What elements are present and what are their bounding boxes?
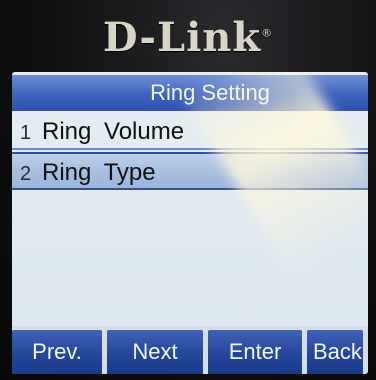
menu-item-label: Ring Type [42, 159, 156, 186]
menu-item-label: Ring Volume [42, 118, 185, 145]
next-button[interactable]: Next [107, 330, 203, 374]
lcd-screen: Ring Setting 1 Ring Volume 2 Ring Type Pre… [12, 72, 368, 374]
back-button[interactable]: Back [307, 330, 363, 374]
menu-item-number: 2 [20, 163, 32, 185]
brand-name: D-Link [102, 14, 262, 61]
enter-button[interactable]: Enter [208, 330, 302, 374]
registered-mark: ® [261, 26, 274, 40]
menu-item-ring-type[interactable]: 2 Ring Type [12, 152, 368, 190]
softkey-bar: Prev. Next Enter Back [12, 326, 368, 374]
phone-device: D-Link® Ring Setting 1 Ring Volume 2 Ring … [0, 0, 376, 380]
prev-button[interactable]: Prev. [12, 330, 102, 374]
menu-item-ring-volume[interactable]: 1 Ring Volume [12, 114, 368, 150]
screen-title: Ring Setting [12, 75, 368, 111]
brand-logo: D-Link® [0, 14, 376, 61]
menu-list: 1 Ring Volume 2 Ring Type [12, 114, 368, 190]
menu-item-number: 1 [20, 122, 32, 144]
